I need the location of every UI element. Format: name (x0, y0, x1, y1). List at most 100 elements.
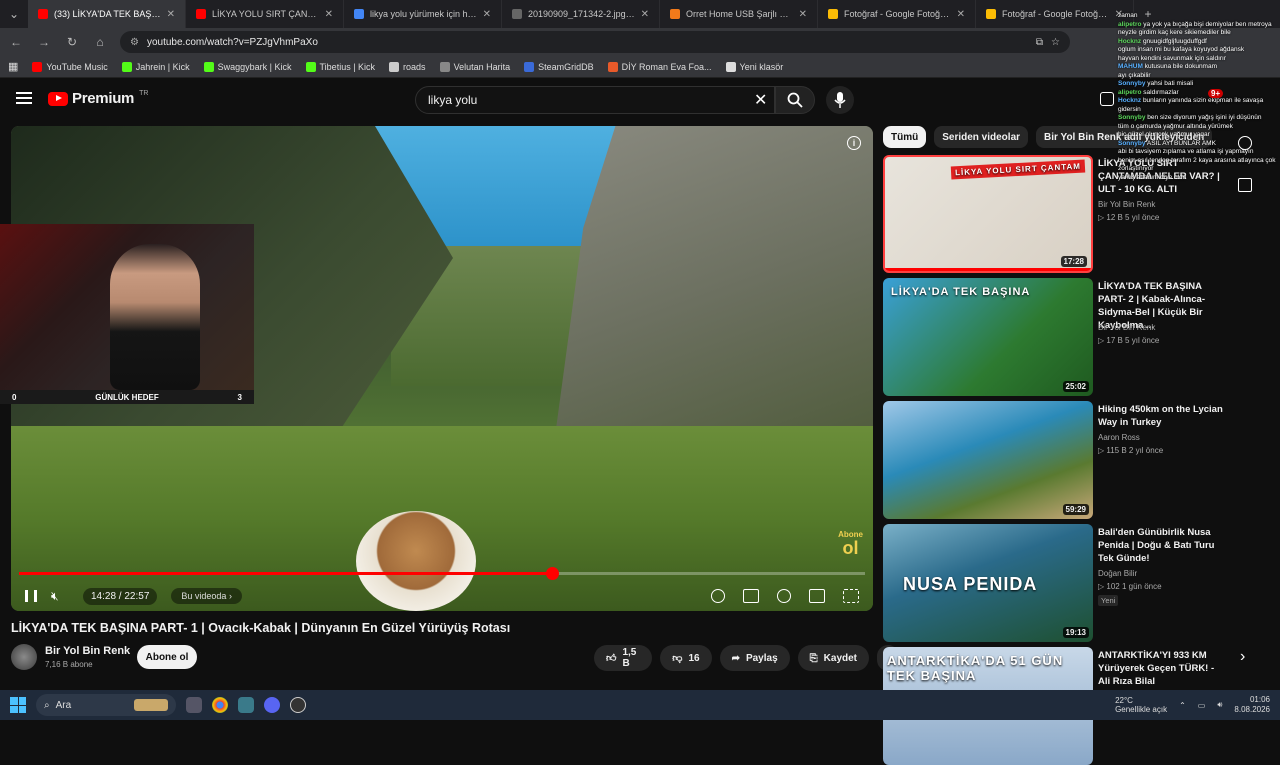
bookmark-item[interactable]: roads (389, 61, 426, 72)
progress-bar[interactable] (19, 567, 865, 580)
tray-chevron-icon[interactable]: ⌃ (1179, 701, 1186, 710)
info-icon[interactable]: i (847, 136, 861, 150)
recommendation-title[interactable]: Bali'den Günübirlik Nusa Penida | Doğu &… (1098, 526, 1223, 565)
recommendation-title[interactable]: Hiking 450km on the Lycian Way in Turkey (1098, 403, 1223, 429)
search-input[interactable]: likya yolu (415, 86, 775, 114)
bookmark-label: SteamGridDB (538, 61, 594, 72)
autoplay-toggle-icon[interactable] (711, 589, 725, 603)
miniplayer-icon[interactable] (809, 589, 825, 603)
browser-tab[interactable]: Orret Home USB Şarjlı Mini El F ✕ (660, 0, 818, 28)
recommendation-thumbnail[interactable]: NUSA PENIDA 19:13 (883, 524, 1093, 642)
save-button[interactable]: ⎘ Kaydet (797, 645, 870, 671)
recommendation-item[interactable]: LİKYA'DA TEK BAŞINA 25:02 LİKYA'DA TEK BAŞ… (883, 278, 1253, 396)
task-view-icon[interactable] (186, 697, 202, 713)
browser-tab[interactable]: LİKYA YOLU SIRT ÇANTAMDA N ✕ (186, 0, 344, 28)
recommendation-channel[interactable]: Bir Yol Bin Renk (1098, 200, 1155, 209)
volume-icon[interactable]: 🔊︎ (1217, 700, 1222, 710)
chat-info-icon[interactable] (1238, 136, 1252, 150)
dislike-button[interactable]: 👎︎ 16 (660, 645, 712, 671)
tab-close-icon[interactable]: ✕ (167, 9, 175, 20)
site-info-icon[interactable]: ⚙ (130, 37, 139, 48)
tab-search-icon[interactable]: ⌄ (0, 7, 28, 21)
chevron-right-icon[interactable]: › (1240, 648, 1245, 666)
filter-chip[interactable]: Seriden videolar (934, 126, 1029, 148)
bookmark-item[interactable]: SteamGridDB (524, 61, 594, 72)
chat-message: alipetro ya yok ya bıçağa bişi demiyolar… (1118, 21, 1280, 30)
taskbar-search[interactable]: ⌕ Ara (36, 694, 176, 716)
chapter-button[interactable]: Bu videoda › (171, 588, 242, 604)
network-icon[interactable]: ▭ (1198, 701, 1206, 710)
bookmark-item[interactable]: Jahrein | Kick (121, 61, 190, 72)
channel-name[interactable]: Bir Yol Bin Renk (45, 645, 130, 657)
forward-icon[interactable]: → (36, 35, 52, 49)
search-button[interactable] (775, 86, 815, 114)
tab-close-icon[interactable]: ✕ (325, 9, 333, 20)
recommendation-thumbnail[interactable]: 59:29 (883, 401, 1093, 519)
recommendation-thumbnail[interactable]: LİKYA YOLU SIRT ÇANTAM 17:28 (883, 155, 1093, 273)
share-button[interactable]: ➦ Paylaş (719, 645, 790, 671)
recommendation-item[interactable]: NUSA PENIDA 19:13 Bali'den Günübirlik Nusa… (883, 524, 1253, 642)
recommendation-channel[interactable]: Bir Yol Bin Renk (1098, 323, 1155, 332)
filter-chip[interactable]: Tümü (883, 126, 927, 148)
chrome-icon[interactable] (212, 697, 228, 713)
subscribe-watermark[interactable]: Abone ol (838, 531, 863, 558)
notification-bell-icon[interactable] (1100, 92, 1114, 106)
progress-scrubber[interactable] (545, 567, 559, 580)
recommendation-title[interactable]: ANTARKTİKA'YI 933 KM Yürüyerek Geçen TÜR… (1098, 649, 1223, 688)
clock-date: 8.08.2026 (1234, 705, 1270, 714)
browser-tab[interactable]: likya yolu yürümek için hangi a ✕ (344, 0, 502, 28)
obs-icon[interactable] (290, 697, 306, 713)
voice-search-button[interactable] (826, 86, 854, 114)
windows-start-icon[interactable] (10, 697, 26, 713)
tab-close-icon[interactable]: ✕ (483, 9, 491, 20)
weather-widget[interactable]: 22°C Genellikle açık (1115, 696, 1167, 714)
fullscreen-icon[interactable] (843, 589, 859, 603)
channel-avatar[interactable] (11, 644, 37, 670)
tab-title: Orret Home USB Şarjlı Mini El F (686, 9, 793, 19)
settings-gear-icon[interactable] (777, 589, 791, 603)
bookmark-item[interactable]: Velutan Harita (439, 61, 510, 72)
recommendation-item[interactable]: 59:29 Hiking 450km on the Lycian Way in T… (883, 401, 1253, 519)
recommendation-channel[interactable]: Doğan Bilir (1098, 569, 1137, 578)
tab-title: 20190909_171342-2.jpg (2500 (528, 9, 635, 19)
clock[interactable]: 01:06 8.08.2026 (1234, 695, 1270, 715)
stream-chat-overlay: zaman alipetro ya yok ya bıçağa bişi demi… (1118, 12, 1280, 192)
address-bar-row: ← → ↻ ⌂ ⚙ youtube.com/watch?v=PZJgVhmPaX… (0, 28, 1280, 56)
reload-icon[interactable]: ↻ (64, 35, 80, 49)
browser-tab[interactable]: (33) LİKYA'DA TEK BAŞINA PART ✕ (28, 0, 186, 28)
pause-icon[interactable] (25, 590, 37, 602)
tab-close-icon[interactable]: ✕ (641, 9, 649, 20)
discord-icon[interactable] (264, 697, 280, 713)
recommendation-thumbnail[interactable]: LİKYA'DA TEK BAŞINA 25:02 (883, 278, 1093, 396)
subscribe-button[interactable]: Abone ol (137, 645, 197, 669)
taskbar-search-icon: ⌕ (44, 699, 50, 711)
recommendation-channel[interactable]: Aaron Ross (1098, 433, 1140, 442)
chat-message-icon[interactable] (1238, 178, 1252, 192)
chat-text: neyzle girdim kaç kere sikiemediler bile (1118, 29, 1231, 36)
mute-icon[interactable]: 🔇︎ (51, 589, 69, 603)
youtube-premium-logo[interactable]: Premium TR (48, 90, 148, 107)
recommendation-item[interactable]: ANTARKTİKA'DA 51 GÜN TEK BAŞINA ANTARKTİK… (883, 647, 1253, 765)
bookmark-item[interactable]: YouTube Music (32, 61, 108, 72)
app-icon[interactable] (238, 697, 254, 713)
bookmark-item[interactable]: Swaggybark | Kick (203, 61, 292, 72)
bookmark-item[interactable]: Tibetius | Kick (305, 61, 375, 72)
browser-tab[interactable]: 20190909_171342-2.jpg (2500 ✕ (502, 0, 660, 28)
tab-favicon-icon (828, 9, 838, 19)
like-button[interactable]: 👍︎ 1,5 B (594, 645, 653, 671)
home-icon[interactable]: ⌂ (92, 35, 108, 49)
bookmark-item[interactable]: DİY Roman Eva Foa... (607, 61, 712, 72)
url-field[interactable]: ⚙ youtube.com/watch?v=PZJgVhmPaXo ⧉ ☆ (120, 31, 1070, 53)
apps-grid-icon[interactable]: ▦ (8, 60, 18, 73)
browser-tab[interactable]: Fotoğraf - Google Fotoğraflar ✕ (818, 0, 976, 28)
back-icon[interactable]: ← (8, 35, 24, 49)
cast-icon[interactable]: ⧉ (1036, 37, 1043, 48)
tab-close-icon[interactable]: ✕ (799, 9, 807, 20)
bookmark-star-icon[interactable]: ☆ (1051, 37, 1060, 48)
tab-close-icon[interactable]: ✕ (957, 9, 965, 20)
bookmark-item[interactable]: Yeni klasör (725, 61, 783, 72)
subtitles-icon[interactable] (743, 589, 759, 603)
hamburger-menu-icon[interactable] (16, 92, 32, 104)
browser-tab[interactable]: Fotoğraf - Google Fotoğraflar ✕ (976, 0, 1134, 28)
clear-search-icon[interactable]: ✕ (754, 90, 767, 110)
